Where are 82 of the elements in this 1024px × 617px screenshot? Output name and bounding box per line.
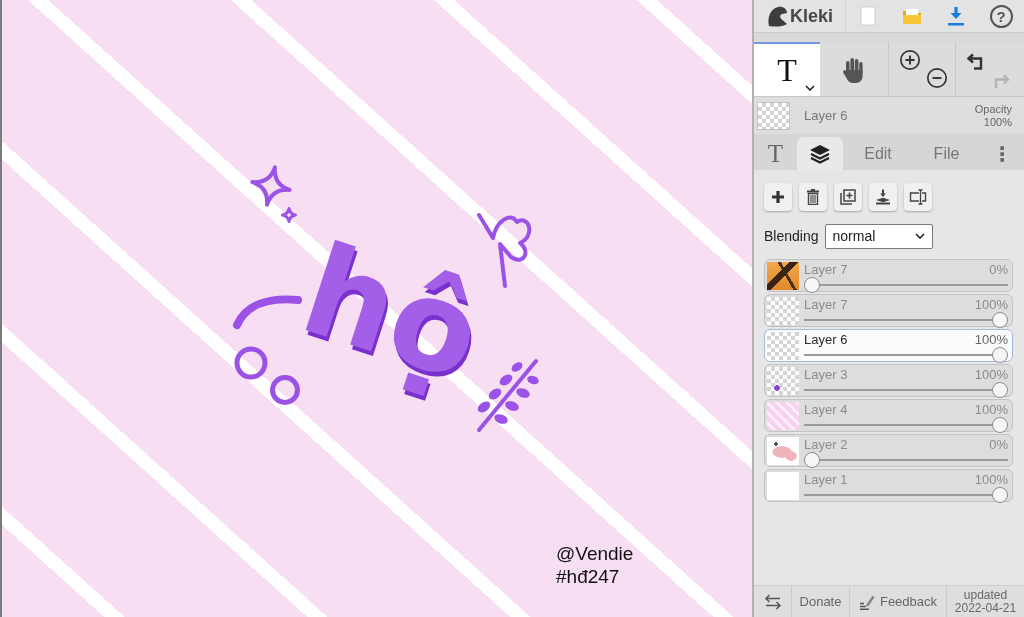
layer-thumbnail [767,332,799,360]
slider-thumb[interactable] [992,382,1008,398]
layer-name: Layer 1 [804,472,849,487]
layer-opacity: 0% [989,437,1008,452]
help-button[interactable]: ? [989,4,1013,28]
slider-thumb[interactable] [992,417,1008,433]
slider-thumb[interactable] [804,277,820,293]
page-icon [860,6,876,26]
slider-thumb[interactable] [992,347,1008,363]
app-name: Kleki [790,5,834,27]
zoom-out-icon [926,67,948,89]
artist-handle: @Vendie [556,542,634,565]
merge-down-button[interactable] [869,183,897,211]
slider-thumb[interactable] [992,312,1008,328]
layer-opacity: 100% [974,472,1008,487]
slider-thumb[interactable] [992,487,1008,503]
hand-lettering: hộ [289,226,495,399]
layer-row[interactable]: Layer 7 0% [764,259,1013,292]
tab[interactable]: File [913,137,980,170]
add-layer-button[interactable] [764,183,792,211]
layers-icon [809,143,831,164]
layers-tab[interactable] [797,137,843,170]
layer-name: Layer 4 [804,402,849,417]
layer-opacity: 100% [974,332,1008,347]
caret-icon [914,233,925,239]
blending-label: Blending [764,228,819,244]
layer-opacity: 100% [974,367,1008,382]
plus-icon [771,190,785,204]
text-tab[interactable]: T [754,137,797,170]
layer-name: Layer 6 [804,108,848,123]
rename-icon [909,189,927,205]
opacity-value: 100% [983,115,1012,129]
layer-thumbnail [767,367,799,395]
ring-icon [233,345,269,381]
layer-thumbnail [767,402,799,430]
layer-opacity: 100% [974,297,1008,312]
leaf-branch-icon [474,356,542,434]
layer-row[interactable]: Layer 1 100% [764,469,1013,502]
donate-link[interactable]: Donate [792,586,850,617]
layer-thumbnail [767,437,799,465]
delete-layer-button[interactable] [799,183,827,211]
layer-row[interactable]: Layer 2 0% [764,434,1013,467]
layer-row[interactable]: Layer 6 100% [764,329,1013,362]
layer-thumbnail [767,262,799,290]
layer-opacity: 0% [989,262,1008,277]
text-tool-button[interactable]: T [754,42,820,96]
zoom-in-icon [899,49,921,71]
tab[interactable]: Edit [843,137,913,170]
slider-thumb[interactable] [804,452,820,468]
hand-icon [842,56,866,84]
ring-icon [269,374,301,406]
layer-thumbnail [757,101,790,130]
layer-row[interactable]: Layer 3 100% [764,364,1013,397]
layer-name: Layer 6 [804,332,849,347]
duplicate-icon [840,189,856,205]
layer-name: Layer 7 [804,262,849,277]
layer-name: Layer 3 [804,367,849,382]
rename-layer-button[interactable] [904,183,932,211]
layer-opacity: 100% [974,402,1008,417]
swap-icon [762,593,783,610]
download-icon [947,6,965,26]
caret-icon [805,85,815,91]
layer-thumbnail [767,297,799,325]
zoom-out-button[interactable] [926,67,948,89]
logo-icon [766,5,788,27]
folder-icon [902,7,922,25]
zoom-in-button[interactable] [899,49,921,71]
updated-date-link[interactable]: updated 2022-04-21 [952,588,1019,615]
layer-name: Layer 7 [804,297,849,312]
opacity-label: Opacity [974,102,1012,116]
duplicate-layer-button[interactable] [834,183,862,211]
layer-row[interactable]: Layer 4 100% [764,399,1013,432]
merge-down-icon [875,189,891,205]
hashtag: #hđ247 [556,565,620,588]
blend-mode-select[interactable]: normal [824,223,933,249]
feedback-button[interactable]: Feedback [850,586,947,617]
layer-thumbnail [767,472,799,500]
more-menu-button[interactable]: ⋮ [980,137,1024,170]
trash-icon [806,189,820,205]
layer-name: Layer 2 [804,437,849,452]
layer-row[interactable]: Layer 7 100% [764,294,1013,327]
pencil-icon [858,593,875,610]
